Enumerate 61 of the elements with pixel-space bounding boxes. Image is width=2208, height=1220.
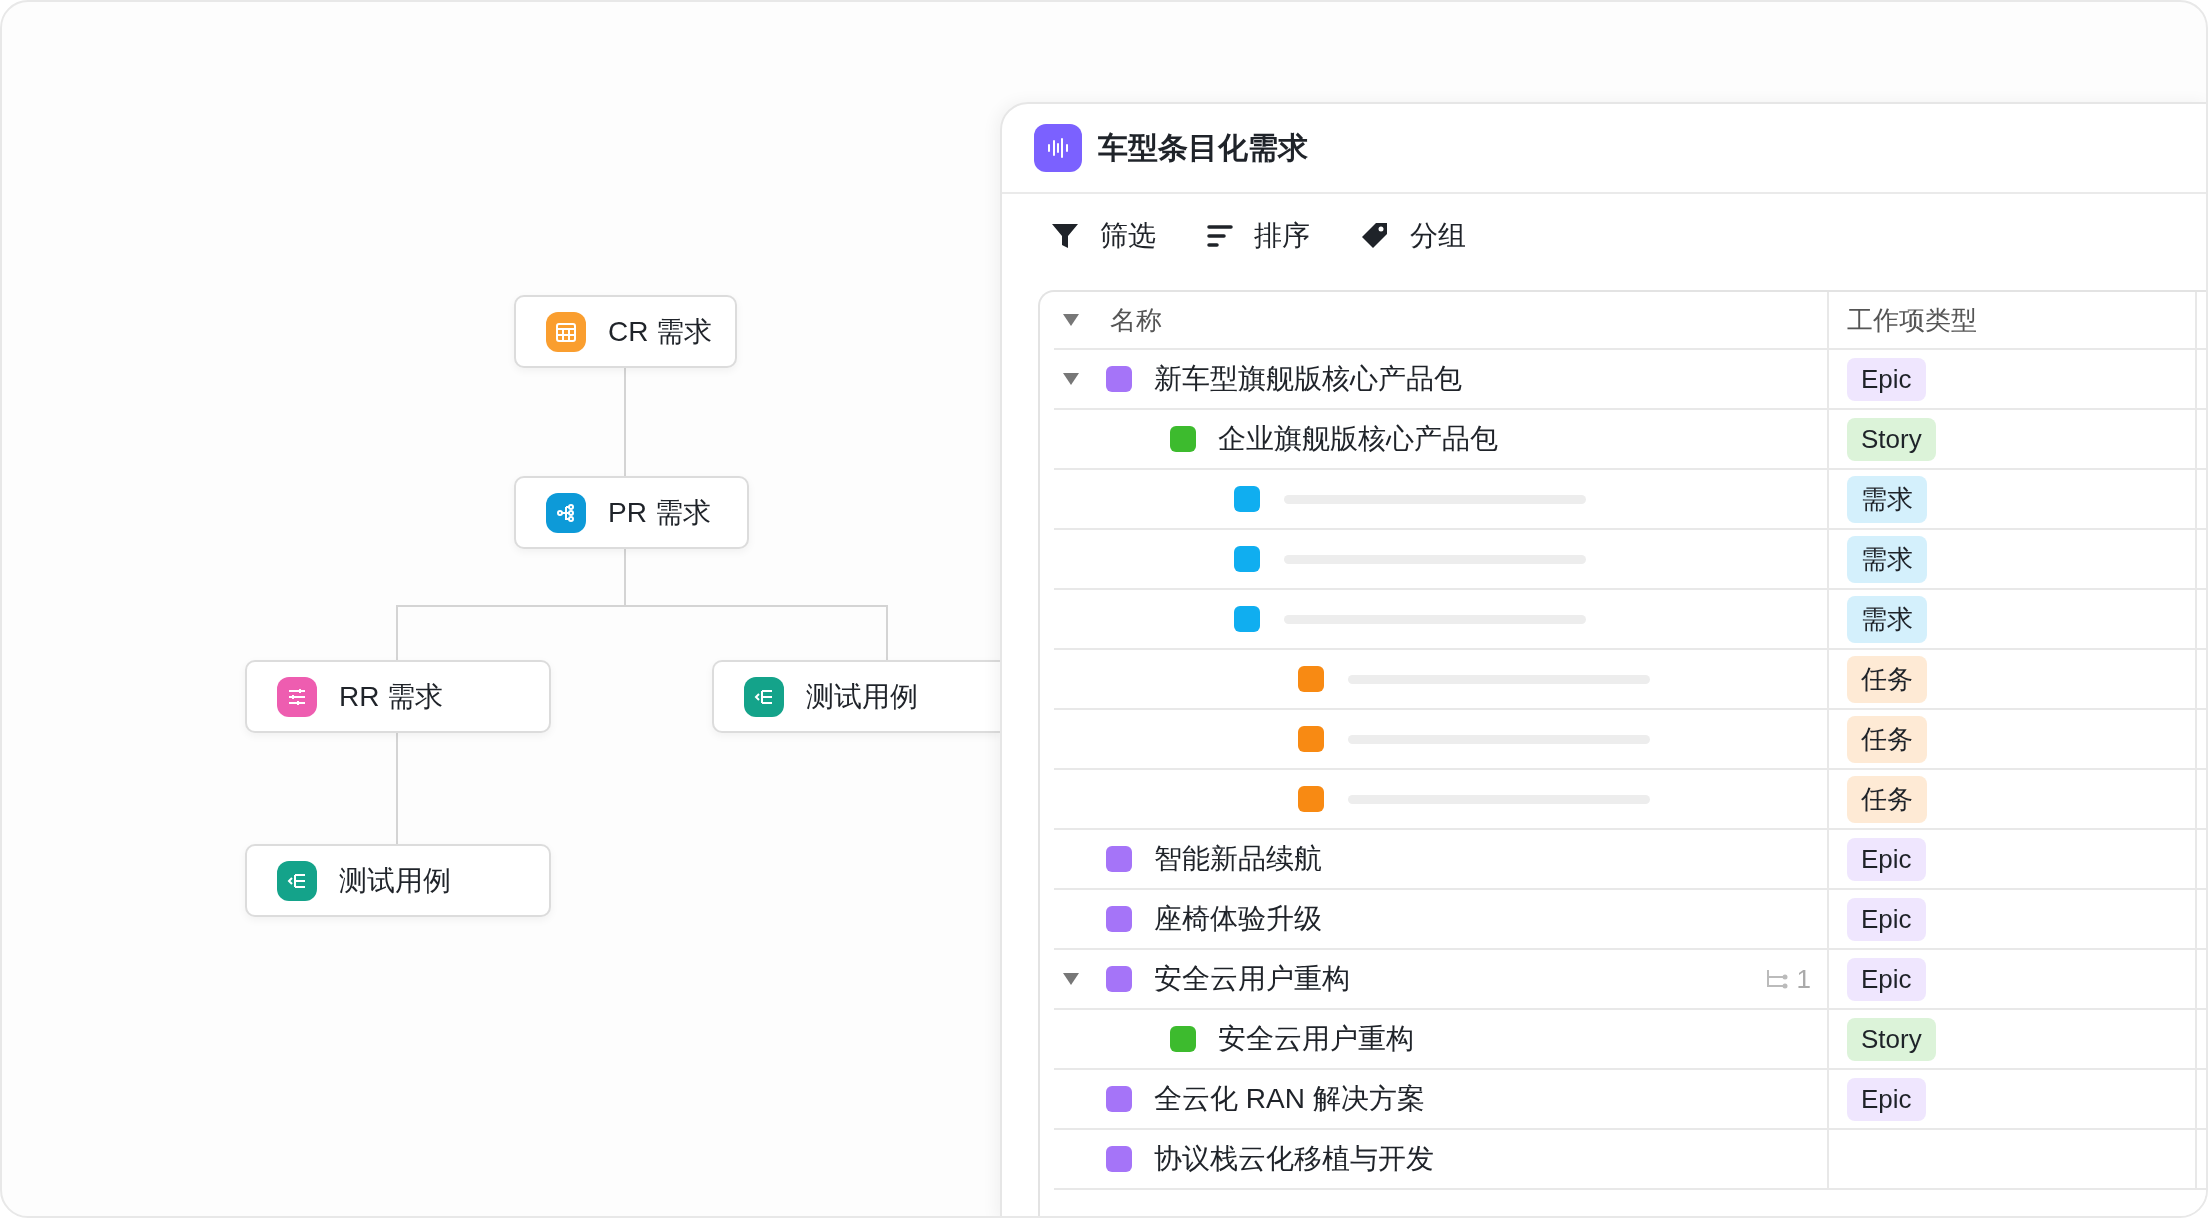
- node-label: RR 需求: [339, 679, 444, 714]
- panel-title: 车型条目化需求: [1098, 129, 1308, 166]
- table-row[interactable]: 协议栈云化移植与开发: [1054, 1130, 2206, 1190]
- table-row[interactable]: 企业旗舰版核心产品包 Story: [1054, 410, 2206, 470]
- subtask-count: 1: [1796, 963, 1811, 995]
- type-tag: 任务: [1847, 715, 1927, 763]
- item-name: 智能新品续航: [1154, 842, 1322, 876]
- expand-triangle-icon[interactable]: [1062, 972, 1080, 986]
- expand-triangle-icon[interactable]: [1062, 372, 1080, 386]
- table-row[interactable]: 需求: [1054, 530, 2206, 590]
- type-tag: 任务: [1847, 775, 1927, 823]
- diagram-node[interactable]: 测试用例: [245, 844, 551, 917]
- filter-icon: [1050, 221, 1080, 251]
- type-tag: Epic: [1847, 837, 1926, 881]
- table-row[interactable]: 安全云用户重构 Story: [1054, 1010, 2206, 1070]
- type-tag: Story: [1847, 417, 1936, 461]
- item-name: 全云化 RAN 解决方案: [1154, 1082, 1425, 1116]
- toolbar-button[interactable]: 排序: [1206, 217, 1310, 255]
- type-tag: 需求: [1847, 535, 1927, 583]
- table-row[interactable]: 任务: [1054, 710, 2206, 770]
- node-label: CR 需求: [608, 314, 713, 349]
- table-row[interactable]: 新车型旗舰版核心产品包 Epic: [1054, 350, 2206, 410]
- item-name: 新车型旗舰版核心产品包: [1154, 362, 1462, 396]
- table-row[interactable]: 全云化 RAN 解决方案 Epic: [1054, 1070, 2206, 1130]
- node-label: 测试用例: [806, 679, 918, 714]
- node-label: 测试用例: [339, 863, 451, 898]
- column-header: 名称: [1110, 303, 1162, 337]
- expand-triangle-icon[interactable]: [1062, 313, 1080, 327]
- type-tag: Epic: [1847, 357, 1926, 401]
- item-name: 安全云用户重构: [1154, 962, 1350, 996]
- item-name: 座椅体验升级: [1154, 902, 1322, 936]
- audio-wave-icon: [1034, 124, 1082, 172]
- type-tag: Epic: [1847, 897, 1926, 941]
- type-tag: Story: [1847, 1017, 1936, 1061]
- sort-icon: [1206, 223, 1234, 249]
- type-tag: Epic: [1847, 1077, 1926, 1121]
- table-row[interactable]: 座椅体验升级 Epic: [1054, 890, 2206, 950]
- item-name: 企业旗舰版核心产品包: [1218, 422, 1498, 456]
- type-tag: 任务: [1847, 655, 1927, 703]
- node-label: PR 需求: [608, 495, 711, 530]
- table-row[interactable]: 智能新品续航 Epic: [1054, 830, 2206, 890]
- hierarchy-icon: [555, 501, 577, 524]
- type-tag: 需求: [1847, 595, 1927, 643]
- table-row[interactable]: 任务: [1054, 650, 2206, 710]
- diagram-node[interactable]: CR 需求: [514, 295, 737, 368]
- toolbar-button[interactable]: 分组: [1360, 217, 1466, 255]
- item-name: 协议栈云化移植与开发: [1154, 1142, 1434, 1176]
- diagram-node[interactable]: PR 需求: [514, 476, 749, 549]
- type-tag: Epic: [1847, 957, 1926, 1001]
- table-row[interactable]: 需求: [1054, 470, 2206, 530]
- tag-icon: [1360, 221, 1390, 251]
- column-header: 工作项类型: [1847, 303, 1977, 337]
- diagram-node[interactable]: 测试用例: [712, 660, 1000, 733]
- table-row[interactable]: 任务: [1054, 770, 2206, 830]
- item-name: 安全云用户重构: [1218, 1022, 1414, 1056]
- table-row[interactable]: 需求: [1054, 590, 2206, 650]
- toolbar-button[interactable]: 筛选: [1050, 217, 1156, 255]
- type-tag: 需求: [1847, 475, 1927, 523]
- calendar-icon: [555, 320, 577, 343]
- table-row[interactable]: 安全云用户重构 1 Epic: [1054, 950, 2206, 1010]
- diagram-node[interactable]: RR 需求: [245, 660, 551, 733]
